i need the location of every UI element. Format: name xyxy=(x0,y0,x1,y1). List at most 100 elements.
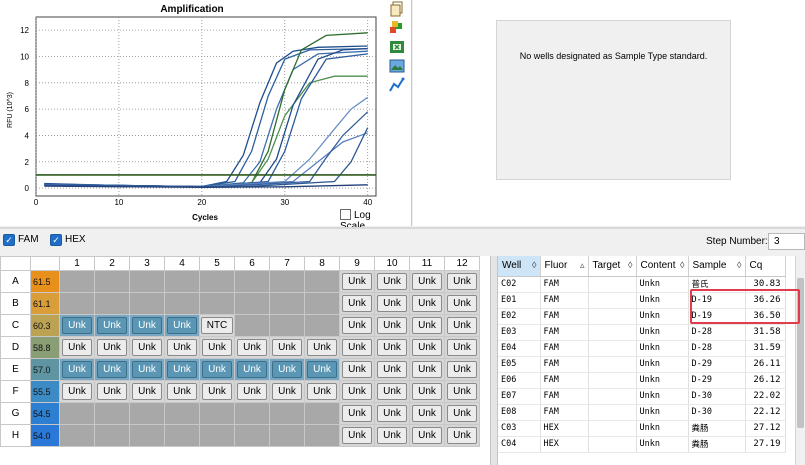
plate-well[interactable]: Unk xyxy=(339,380,375,403)
plate-well-empty[interactable] xyxy=(269,314,305,337)
plate-well[interactable]: Unk xyxy=(234,336,270,359)
plate-well-empty[interactable] xyxy=(59,270,95,293)
results-row[interactable]: E04 FAM Unkn D-28 31.59 xyxy=(498,340,786,357)
plate-well[interactable]: Unk xyxy=(199,358,235,381)
plate-well[interactable]: Unk xyxy=(339,402,375,425)
plate-well-empty[interactable] xyxy=(164,402,200,425)
plate-well[interactable]: Unk xyxy=(269,358,305,381)
plate-well[interactable]: Unk xyxy=(444,292,480,315)
results-row[interactable]: E03 FAM Unkn D-28 31.58 xyxy=(498,324,786,341)
plate-well[interactable]: Unk xyxy=(304,358,340,381)
results-column-header[interactable]: Fluor ▵ xyxy=(540,256,589,277)
results-row[interactable]: E05 FAM Unkn D-29 26.11 xyxy=(498,356,786,373)
plate-well-empty[interactable] xyxy=(199,424,235,447)
plate-well-empty[interactable] xyxy=(269,424,305,447)
plate-well[interactable]: Unk xyxy=(59,380,95,403)
plate-well-empty[interactable] xyxy=(304,314,340,337)
results-row[interactable]: E08 FAM Unkn D-30 22.12 xyxy=(498,404,786,421)
sort-ascending-icon[interactable]: ▵ xyxy=(580,260,588,271)
plate-well[interactable]: Unk xyxy=(304,380,340,403)
plate-row-header[interactable]: D xyxy=(0,336,31,359)
plate-well-empty[interactable] xyxy=(234,424,270,447)
plate-well[interactable]: Unk xyxy=(444,380,480,403)
plate-well[interactable]: Unk xyxy=(374,380,410,403)
plate-well[interactable]: Unk xyxy=(129,380,165,403)
plate-well-empty[interactable] xyxy=(234,314,270,337)
plate-well[interactable]: Unk xyxy=(129,358,165,381)
plate-well-empty[interactable] xyxy=(94,292,130,315)
plate-column-header[interactable]: 2 xyxy=(94,256,130,271)
plate-well-empty[interactable] xyxy=(199,270,235,293)
log-scale-checkbox[interactable] xyxy=(340,209,351,220)
results-row[interactable]: E01 FAM Unkn D-19 36.26 xyxy=(498,292,786,309)
results-column-header[interactable]: Sample ◊ xyxy=(688,256,746,277)
plate-column-header[interactable]: 8 xyxy=(304,256,340,271)
plate-well[interactable]: Unk xyxy=(129,336,165,359)
plate-well[interactable]: Unk xyxy=(94,336,130,359)
plate-row-header[interactable]: B xyxy=(0,292,31,315)
plate-row-header[interactable]: H xyxy=(0,424,31,447)
plate-column-header[interactable]: 7 xyxy=(269,256,305,271)
plate-well-empty[interactable] xyxy=(269,402,305,425)
results-row[interactable]: E02 FAM Unkn D-19 36.50 xyxy=(498,308,786,325)
results-row[interactable]: E06 FAM Unkn D-29 26.12 xyxy=(498,372,786,389)
vertical-splitter[interactable] xyxy=(490,256,498,465)
plate-well[interactable]: Unk xyxy=(269,380,305,403)
results-row[interactable]: E07 FAM Unkn D-30 22.02 xyxy=(498,388,786,405)
plate-well[interactable]: Unk xyxy=(164,358,200,381)
plate-well[interactable]: Unk xyxy=(409,424,445,447)
plate-well[interactable]: Unk xyxy=(339,336,375,359)
plate-well[interactable]: Unk xyxy=(374,314,410,337)
plate-well[interactable]: Unk xyxy=(339,358,375,381)
plate-well[interactable]: Unk xyxy=(269,336,305,359)
plate-well[interactable]: Unk xyxy=(94,380,130,403)
plate-column-header[interactable]: 12 xyxy=(444,256,480,271)
plate-column-header[interactable]: 9 xyxy=(339,256,375,271)
plate-well[interactable]: Unk xyxy=(409,402,445,425)
plate-well-empty[interactable] xyxy=(304,402,340,425)
plate-well[interactable]: Unk xyxy=(374,336,410,359)
plate-well[interactable]: Unk xyxy=(444,424,480,447)
plate-column-header[interactable]: 4 xyxy=(164,256,200,271)
plate-well[interactable]: Unk xyxy=(409,358,445,381)
plate-well[interactable]: Unk xyxy=(234,380,270,403)
plate-well[interactable]: Unk xyxy=(444,314,480,337)
plate-column-header[interactable]: 3 xyxy=(129,256,165,271)
plate-well-empty[interactable] xyxy=(234,402,270,425)
plate-well-empty[interactable] xyxy=(234,292,270,315)
plate-well-empty[interactable] xyxy=(164,270,200,293)
plate-well-empty[interactable] xyxy=(199,402,235,425)
plate-well[interactable]: Unk xyxy=(444,402,480,425)
results-scrollbar-thumb[interactable] xyxy=(797,278,804,428)
sort-diamond-icon[interactable]: ◊ xyxy=(680,260,687,270)
plate-column-header[interactable]: 11 xyxy=(409,256,445,271)
plate-well-empty[interactable] xyxy=(129,270,165,293)
plate-column-header[interactable]: 5 xyxy=(199,256,235,271)
results-row[interactable]: C02 FAM Unkn 普氏 30.83 xyxy=(498,276,786,293)
export-excel-icon[interactable] xyxy=(389,39,405,55)
plate-row-header[interactable]: C xyxy=(0,314,31,337)
plate-well-empty[interactable] xyxy=(304,424,340,447)
plate-corner[interactable] xyxy=(0,256,31,271)
log-scale-toggle[interactable]: Log Scale xyxy=(340,209,384,232)
plate-row-header[interactable]: A xyxy=(0,270,31,293)
plate-well-empty[interactable] xyxy=(234,270,270,293)
results-scrollbar[interactable] xyxy=(795,256,805,465)
plate-well-empty[interactable] xyxy=(164,292,200,315)
plate-well[interactable]: Unk xyxy=(234,358,270,381)
plate-well-empty[interactable] xyxy=(94,424,130,447)
plate-well-empty[interactable] xyxy=(94,270,130,293)
results-column-header[interactable]: Content ◊ xyxy=(636,256,689,277)
plate-well-empty[interactable] xyxy=(269,270,305,293)
plate-well[interactable]: Unk xyxy=(339,292,375,315)
plate-well-empty[interactable] xyxy=(269,292,305,315)
plate-well[interactable]: Unk xyxy=(94,358,130,381)
chart-settings-icon[interactable] xyxy=(389,77,405,93)
plate-well[interactable]: Unk xyxy=(59,358,95,381)
plate-well[interactable]: Unk xyxy=(94,314,130,337)
plate-well[interactable]: Unk xyxy=(444,336,480,359)
plate-row-header[interactable]: G xyxy=(0,402,31,425)
plate-well-empty[interactable] xyxy=(129,292,165,315)
plate-well[interactable]: Unk xyxy=(409,380,445,403)
results-column-header[interactable]: Well ◊ xyxy=(498,256,541,277)
